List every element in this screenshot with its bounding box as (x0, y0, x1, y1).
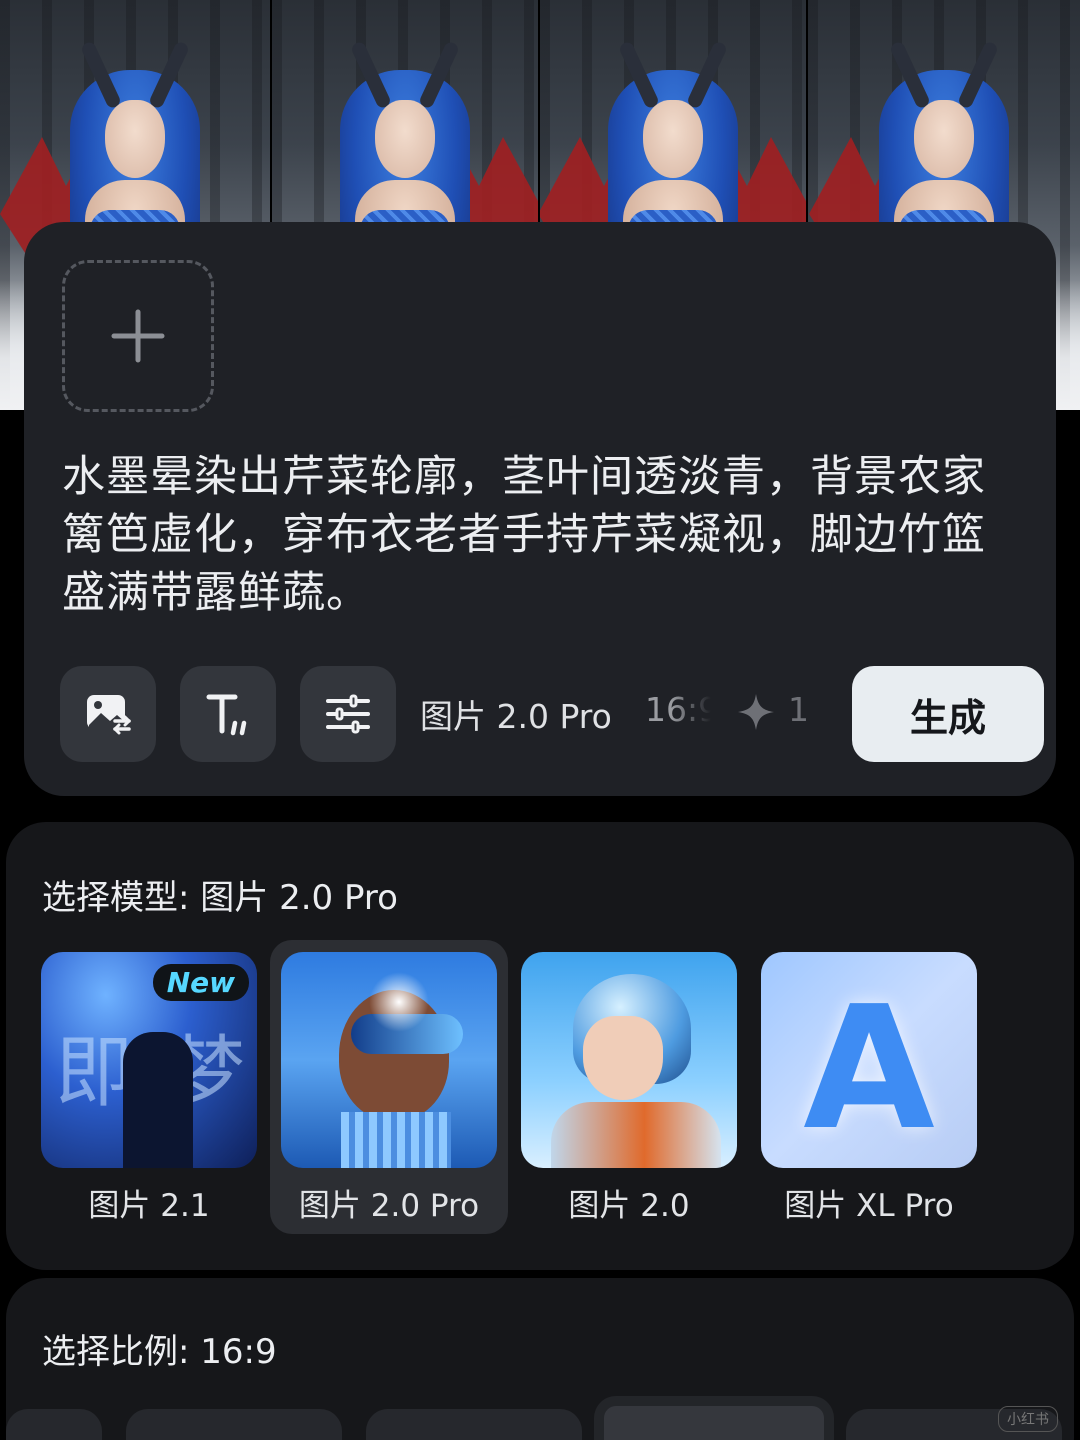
model-thumbnail (281, 952, 497, 1168)
model-name: 图片 XL Pro (784, 1188, 954, 1224)
plus-icon (111, 309, 165, 363)
ratio-option[interactable] (6, 1409, 102, 1440)
model-selection-panel: 选择模型: 图片 2.0 Pro 即 梦 New 图片 2.1 图片 2.0 P… (6, 822, 1074, 1270)
settings-sliders-button[interactable] (300, 666, 396, 762)
generate-button[interactable]: 生成 (852, 666, 1044, 762)
model-card-2-0[interactable]: 图片 2.0 (510, 940, 748, 1234)
thumbnail-text: 即 (55, 1028, 134, 1118)
model-name: 图片 2.0 (568, 1188, 690, 1224)
text-style-button[interactable] (180, 666, 276, 762)
thumbnail-text: A (803, 970, 935, 1168)
image-reference-icon (87, 695, 132, 735)
add-reference-image-button[interactable] (62, 260, 214, 412)
model-panel-title: 选择模型: 图片 2.0 Pro (42, 878, 398, 918)
credit-count: 1 (788, 690, 809, 729)
text-style-icon (206, 694, 247, 736)
model-card-2-1[interactable]: 即 梦 New 图片 2.1 (30, 940, 268, 1234)
ratio-option[interactable] (366, 1409, 582, 1440)
model-card-xl-pro[interactable]: A 图片 XL Pro (750, 940, 988, 1234)
model-name: 图片 2.0 Pro (298, 1188, 480, 1224)
new-badge: New (152, 964, 249, 1001)
prompt-card: 水墨晕染出芹菜轮廓，茎叶间透淡青，背景农家篱笆虚化，穿布衣老者手持芹菜凝视，脚边… (24, 222, 1056, 796)
model-thumbnail: A (761, 952, 977, 1168)
model-thumbnail: 即 梦 New (41, 952, 257, 1168)
ratio-option[interactable] (126, 1409, 342, 1440)
ratio-option-selected[interactable] (594, 1396, 834, 1440)
sliders-icon (326, 694, 370, 734)
current-model-label[interactable]: 图片 2.0 Pro (420, 690, 612, 738)
prompt-toolbar: 图片 2.0 Pro 16:9 1 生成 (60, 666, 1044, 762)
ratio-panel-title: 选择比例: 16:9 (42, 1332, 277, 1372)
ratio-selection-panel: 选择比例: 16:9 (6, 1278, 1074, 1440)
prompt-input[interactable]: 水墨晕染出芹菜轮廓，茎叶间透淡青，背景农家篱笆虚化，穿布衣老者手持芹菜凝视，脚边… (62, 448, 1022, 622)
model-name: 图片 2.1 (88, 1188, 210, 1224)
current-ratio-label[interactable]: 16:9 (645, 690, 711, 729)
model-thumbnail (521, 952, 737, 1168)
sparkle-icon (738, 694, 774, 730)
model-card-2-0-pro[interactable]: 图片 2.0 Pro (270, 940, 508, 1234)
image-reference-button[interactable] (60, 666, 156, 762)
watermark: 小红书 (998, 1406, 1058, 1432)
